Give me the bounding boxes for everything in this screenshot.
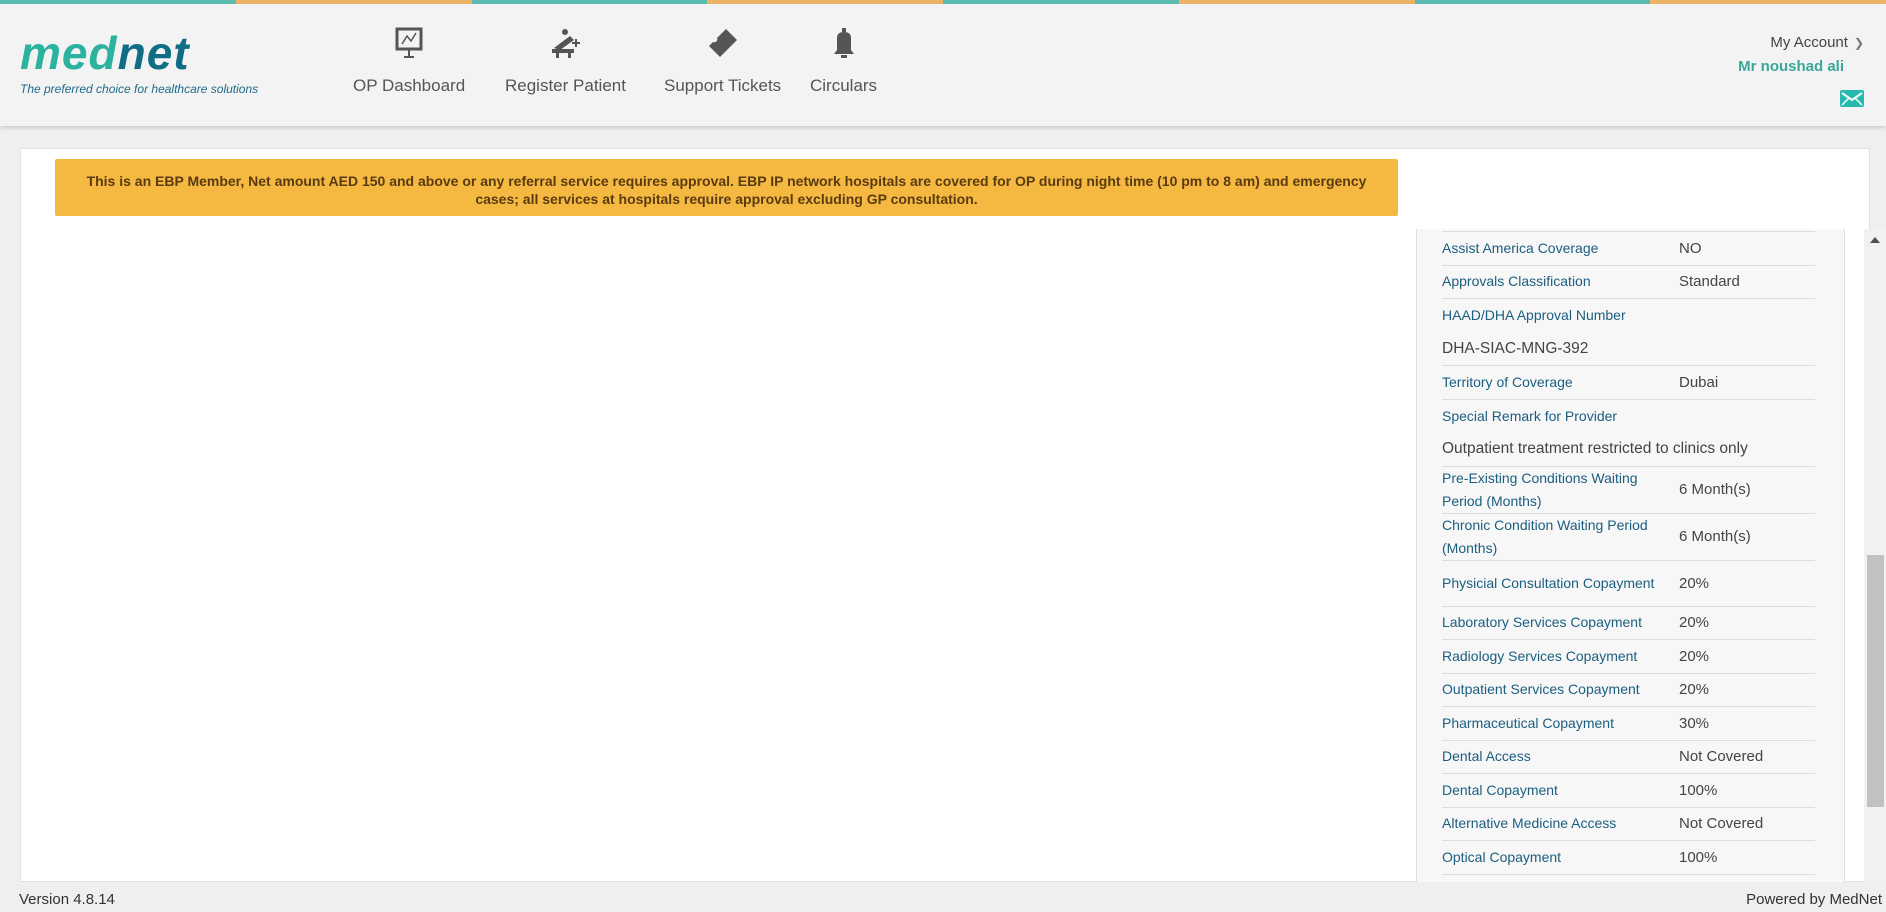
detail-value: 100% xyxy=(1679,781,1718,799)
detail-label: HAAD/DHA Approval Number xyxy=(1442,307,1626,324)
detail-label: Dental Copayment xyxy=(1442,781,1558,798)
detail-row: Dental Access Not Covered xyxy=(1442,741,1815,774)
detail-label: Radiology Services Copayment xyxy=(1442,647,1638,664)
detail-row: Laboratory Services Copayment 20% xyxy=(1442,607,1815,640)
my-account-menu[interactable]: My Account ❯ Mr noushad ali xyxy=(1738,34,1864,75)
detail-value: 20% xyxy=(1679,574,1710,592)
nav-label: Circulars xyxy=(810,76,878,95)
detail-row: Special Remark for Provider xyxy=(1442,400,1815,434)
nav-support-tickets[interactable]: Support Tickets xyxy=(664,26,781,96)
detail-value: 20% xyxy=(1679,681,1710,699)
detail-label: Dental Access xyxy=(1442,748,1531,765)
nav-circulars[interactable]: Circulars xyxy=(810,26,877,96)
detail-row: Wellness AccessNot Covered xyxy=(1442,875,1815,883)
detail-row: Physicial Consultation Copayment 20% xyxy=(1442,561,1815,607)
detail-value: NO xyxy=(1679,239,1702,257)
user-name: Mr noushad ali xyxy=(1738,58,1844,75)
detail-row: Optical Copayment 100% xyxy=(1442,841,1815,875)
patient-bed-icon xyxy=(552,29,581,58)
detail-row: Dental Copayment 100% xyxy=(1442,774,1815,808)
detail-label: Pre-Existing Conditions Waiting Period (… xyxy=(1442,469,1638,509)
header: mednet The preferred choice for healthca… xyxy=(0,4,1886,126)
detail-value: Standard xyxy=(1679,273,1740,291)
detail-label: Approvals Classification xyxy=(1442,273,1591,290)
chevron-down-icon: ❯ xyxy=(1853,36,1864,50)
detail-value: Dubai xyxy=(1679,373,1719,391)
detail-row: Approvals Classification Standard xyxy=(1442,266,1815,299)
detail-label: Physicial Consultation Copayment xyxy=(1442,574,1655,591)
detail-row: Chronic Condition Waiting Period (Months… xyxy=(1442,514,1815,561)
mail-icon[interactable] xyxy=(1840,90,1864,107)
detail-value: 20% xyxy=(1679,647,1710,665)
detail-value: 30% xyxy=(1679,714,1710,732)
ebp-warning-banner: This is an EBP Member, Net amount AED 15… xyxy=(55,159,1398,216)
detail-row: HAAD/DHA Approval Number xyxy=(1442,299,1815,333)
detail-value: Not Covered xyxy=(1679,815,1764,833)
detail-row: Assist America Coverage NO xyxy=(1442,232,1815,266)
scrollbar-thumb[interactable] xyxy=(1867,555,1884,807)
detail-row: Alternative Medicine Access Not Covered xyxy=(1442,808,1815,841)
detail-row: Territory of Coverage Dubai xyxy=(1442,366,1815,400)
nav-label: Register Patient xyxy=(505,76,626,95)
scrollbar[interactable] xyxy=(1864,229,1886,882)
detail-label: Pharmaceutical Copayment xyxy=(1442,714,1614,731)
detail-value: Not Covered xyxy=(1679,748,1764,766)
detail-value: 100% xyxy=(1679,848,1718,866)
detail-label: Optical Copayment xyxy=(1442,848,1562,865)
detail-value: 20% xyxy=(1679,614,1710,632)
version-text: Version 4.8.14 xyxy=(19,891,115,908)
detail-row: Outpatient Services Copayment 20% xyxy=(1442,674,1815,707)
detail-label: Special Remark for Provider xyxy=(1442,407,1618,424)
member-details-panel: Assist America Coverage NO Approvals Class… xyxy=(1416,229,1845,882)
mednet-logo[interactable]: mednet The preferred choice for healthca… xyxy=(20,30,258,96)
scroll-up-arrow-icon[interactable] xyxy=(1870,237,1880,243)
nav-label: Support Tickets xyxy=(664,76,782,95)
detail-label: Alternative Medicine Access xyxy=(1442,815,1617,832)
detail-row: Pre-Existing Conditions Waiting Period (… xyxy=(1442,467,1815,514)
detail-full-value-row: Outpatient treatment restricted to clini… xyxy=(1442,433,1815,467)
logo-tagline: The preferred choice for healthcare solu… xyxy=(20,82,259,96)
detail-label: Laboratory Services Copayment xyxy=(1442,614,1642,631)
ticket-icon xyxy=(708,29,737,57)
detail-row: Pharmaceutical Copayment 30% xyxy=(1442,707,1815,741)
nav-op-dashboard[interactable]: OP Dashboard xyxy=(353,26,465,96)
detail-label: Outpatient Services Copayment xyxy=(1442,681,1640,698)
detail-value: 6 Month(s) xyxy=(1679,481,1751,498)
detail-label: Territory of Coverage xyxy=(1442,373,1573,390)
nav-label: OP Dashboard xyxy=(353,76,466,95)
detail-value: Outpatient treatment restricted to clini… xyxy=(1442,440,1748,458)
powered-by-text: Powered by MedNet xyxy=(1746,891,1882,908)
logo-text-med: med xyxy=(20,27,118,79)
detail-label: Chronic Condition Waiting Period (Months… xyxy=(1442,516,1648,556)
detail-value: 6 Month(s) xyxy=(1679,528,1751,545)
detail-full-value-row: DHA-SIAC-MNG-392 xyxy=(1442,333,1815,366)
presentation-chart-icon xyxy=(395,27,423,58)
footer: Version 4.8.14 Powered by MedNet xyxy=(0,882,1886,912)
bell-icon xyxy=(833,28,854,58)
detail-row: Radiology Services Copayment 20% xyxy=(1442,640,1815,674)
logo-text-net: net xyxy=(117,27,190,79)
detail-label: Assist America Coverage xyxy=(1442,239,1599,256)
my-account-label: My Account xyxy=(1770,34,1848,51)
detail-value: DHA-SIAC-MNG-392 xyxy=(1442,339,1589,357)
nav-register-patient[interactable]: Register Patient xyxy=(505,26,626,96)
